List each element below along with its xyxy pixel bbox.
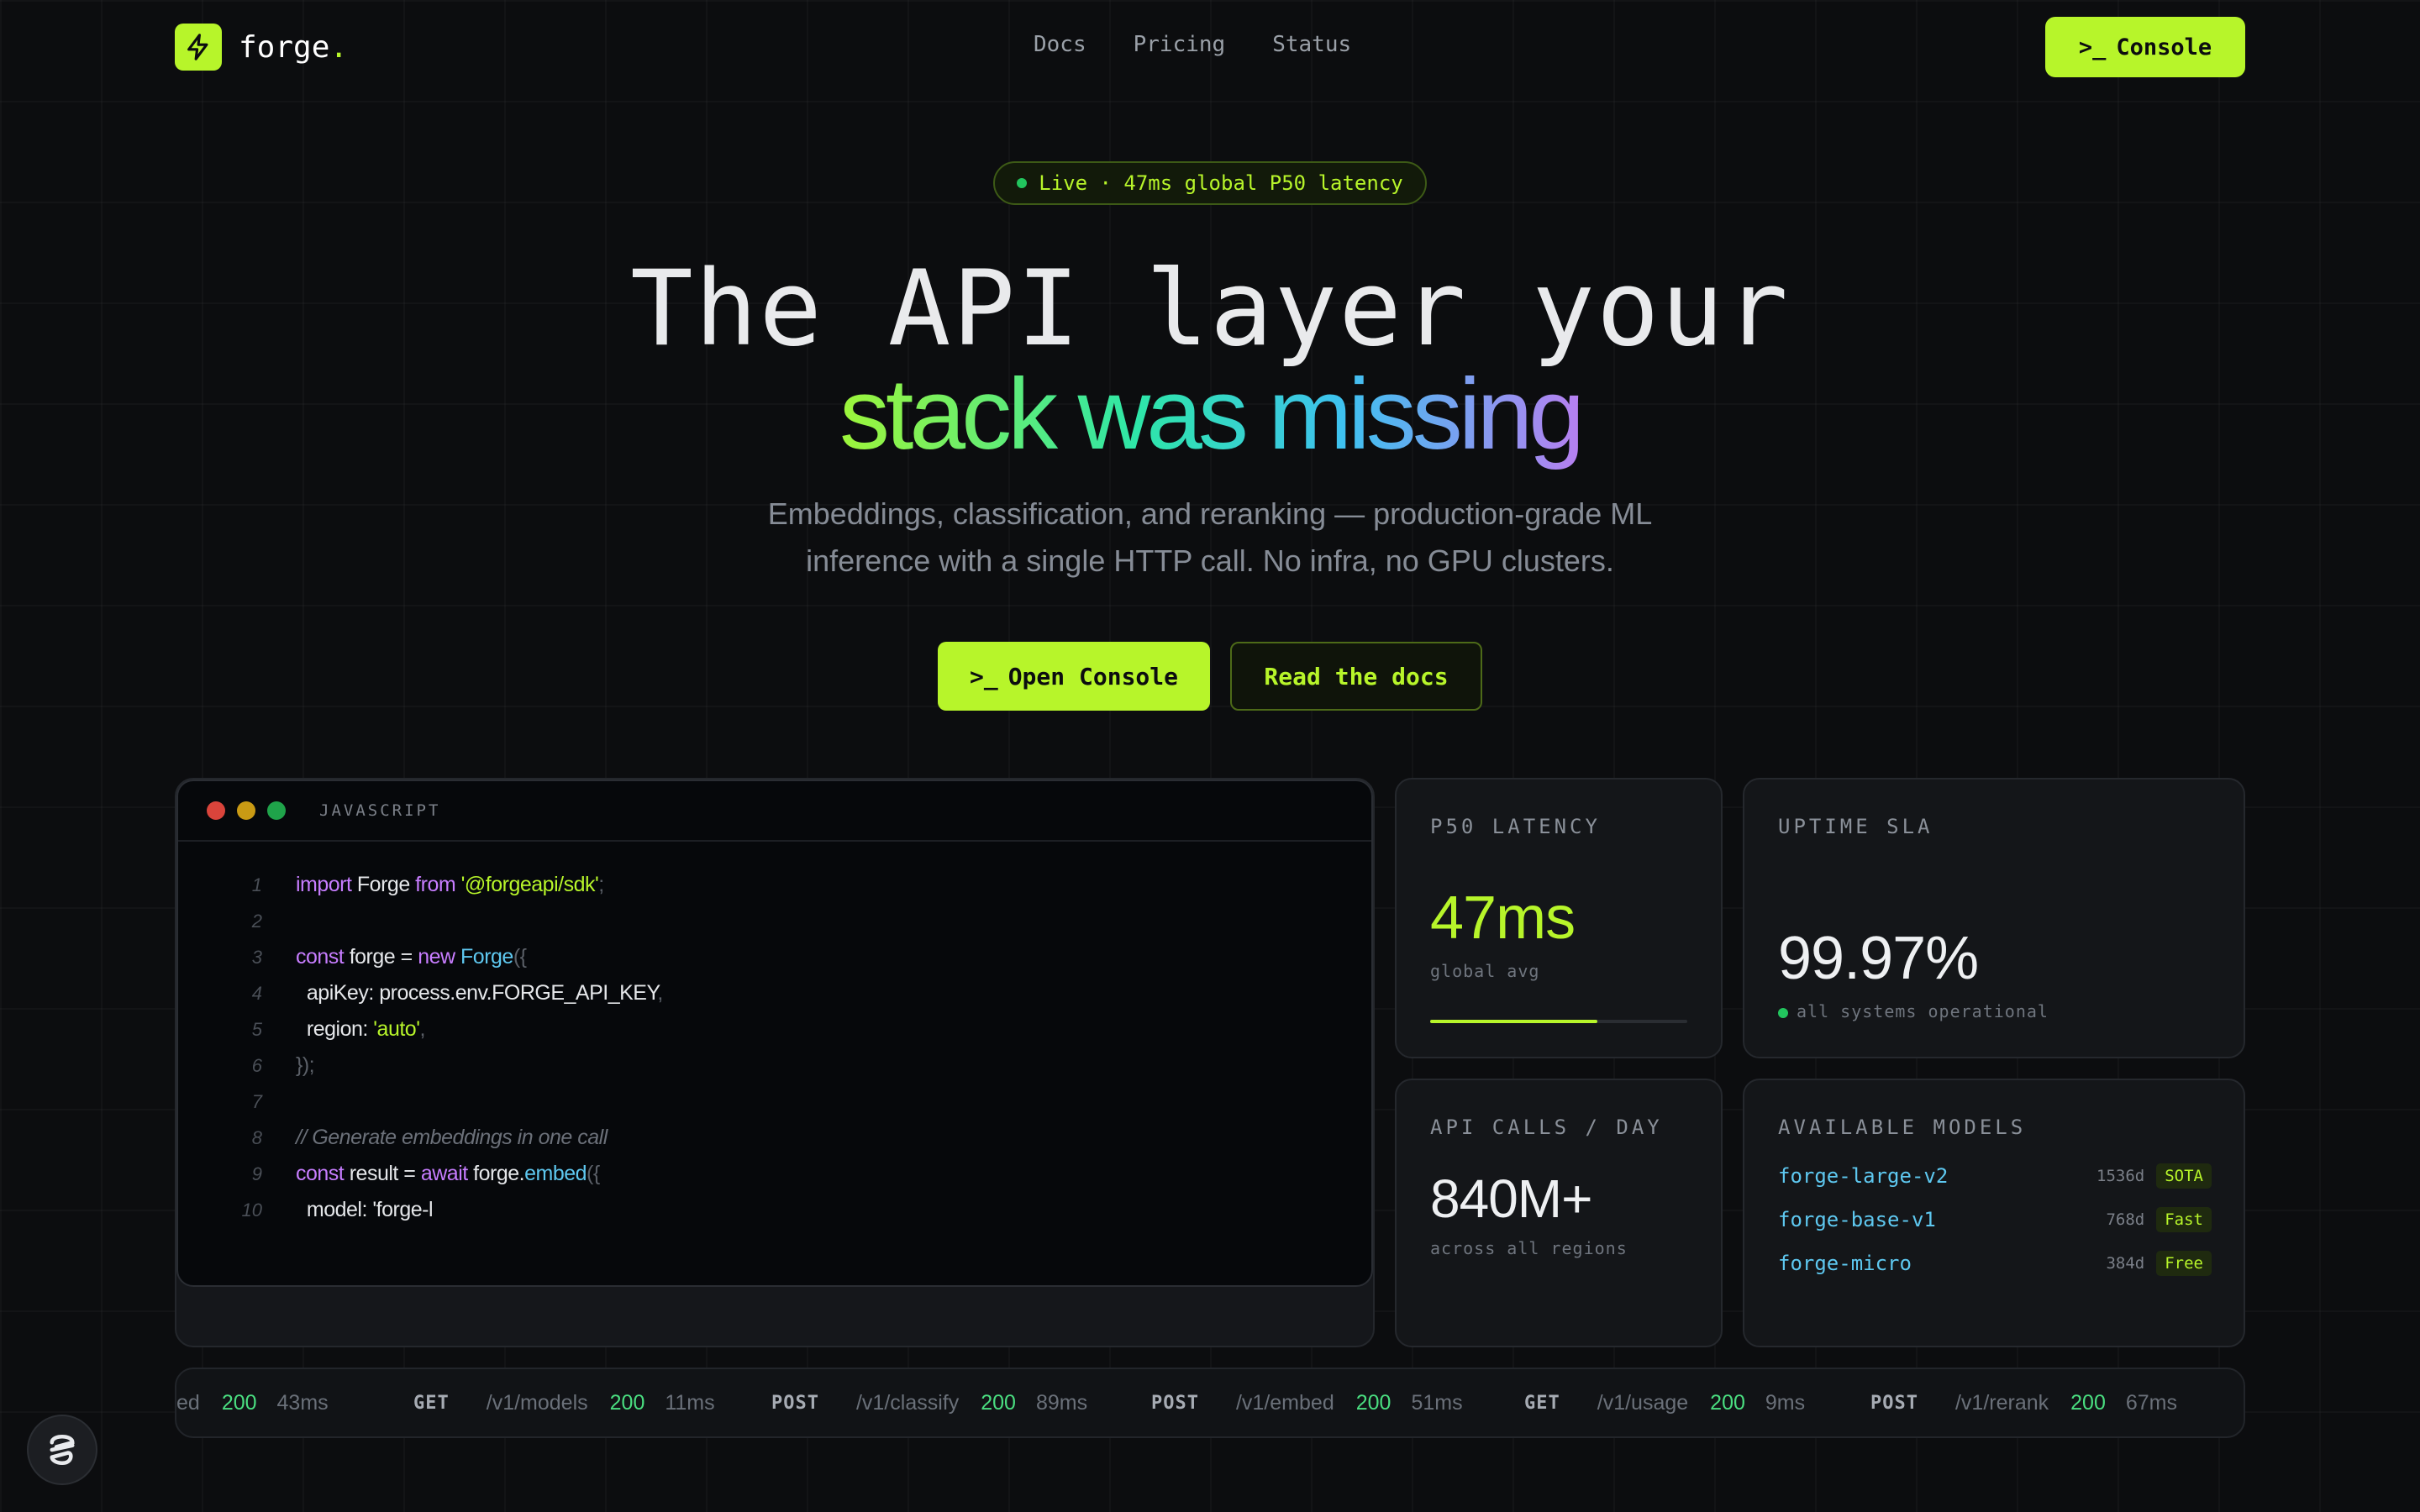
code-line: 7 [251, 1090, 262, 1112]
api-calls-caption: across all regions [1430, 1238, 1628, 1258]
logo-text: forge. [239, 29, 349, 65]
model-badge: Free [2156, 1251, 2212, 1276]
model-row[interactable]: forge-large-v2 1536d SOTA [1778, 1159, 2212, 1193]
maximize-dot-icon [267, 801, 286, 820]
live-status-pill: Live · 47ms global P50 latency [993, 161, 1427, 205]
logo[interactable]: forge. [175, 24, 348, 71]
code-line: 3 const forge = new Forge({ [251, 945, 527, 969]
uptime-caption: all systems operational [1778, 1001, 2049, 1021]
api-calls-card: API CALLS / DAY 840M+ across all regions [1395, 1079, 1723, 1347]
api-calls-value: 840M+ [1430, 1168, 1592, 1229]
ticker-item: GET/v1/usage 200 9ms [1524, 1390, 1806, 1415]
uptime-label: UPTIME SLA [1778, 815, 1933, 838]
code-line: 9 const result = await forge.embed({ [251, 1162, 600, 1185]
top-nav: Docs Pricing Status [1034, 32, 1351, 57]
code-language-label: JAVASCRIPT [319, 801, 441, 820]
code-line: 5 region: 'auto', [251, 1017, 426, 1041]
models-card: AVAILABLE MODELS forge-large-v2 1536d SO… [1743, 1079, 2245, 1347]
bolt-icon [175, 24, 222, 71]
code-panel: JAVASCRIPT 1 import Forge from '@forgeapi… [175, 778, 1375, 1347]
open-console-button[interactable]: >_ Open Console [938, 642, 1210, 711]
ticker-item: GET/v1/models 200 11ms [413, 1390, 715, 1415]
request-ticker: ed 200 43ms GET/v1/models 200 11ms POST/v1/c… [175, 1368, 2245, 1438]
model-row[interactable]: forge-base-v1 768d Fast [1778, 1203, 2212, 1236]
code-window: JAVASCRIPT 1 import Forge from '@forgeapi… [176, 780, 1373, 1287]
latency-caption: global avg [1430, 961, 1540, 981]
code-line: 2 [251, 910, 262, 932]
console-button[interactable]: >_ Console [2045, 17, 2245, 77]
code-line: 1 import Forge from '@forgeapi/sdk'; [251, 873, 604, 896]
ticker-item: ed 200 43ms [176, 1390, 329, 1415]
terminal-prompt-icon: >_ [969, 662, 998, 690]
nav-link-status[interactable]: Status [1272, 32, 1351, 57]
open-console-label: Open Console [1007, 662, 1178, 690]
live-status-text: Live · 47ms global P50 latency [1039, 171, 1403, 195]
terminal-prompt-icon: >_ [2078, 34, 2107, 60]
read-docs-button[interactable]: Read the docs [1230, 642, 1482, 711]
hero-title-line2: stack was missing [839, 358, 1585, 470]
nav-link-pricing[interactable]: Pricing [1134, 32, 1226, 57]
latency-progress-bar [1430, 1020, 1687, 1023]
uptime-value: 99.97% [1778, 925, 1979, 992]
model-row[interactable]: forge-micro 384d Free [1778, 1247, 2212, 1280]
latency-progress-fill [1430, 1020, 1597, 1023]
ticker-item: POST/v1/classify 200 89ms [771, 1390, 1088, 1415]
minimize-dot-icon [237, 801, 255, 820]
latency-label: P50 LATENCY [1430, 815, 1601, 838]
latency-card: P50 LATENCY 47ms global avg [1395, 778, 1723, 1058]
console-button-label: Console [2116, 34, 2212, 60]
hero-subtitle: Embeddings, classification, and rerankin… [767, 496, 1653, 578]
close-dot-icon [207, 801, 225, 820]
code-line: 8// Generate embeddings in one call [251, 1126, 608, 1149]
latency-value: 47ms [1430, 885, 1576, 952]
code-window-header: JAVASCRIPT [178, 781, 1371, 842]
ticker-item: POST/v1/embed 200 51ms [1151, 1390, 1463, 1415]
nav-link-docs[interactable]: Docs [1034, 32, 1086, 57]
live-dot-icon [1017, 178, 1028, 188]
ticker-item: POST/v1/rerank 200 67ms [1870, 1390, 2178, 1415]
code-line: 6}); [251, 1053, 315, 1077]
code-block: 1 import Forge from '@forgeapi/sdk'; 2 3c… [178, 842, 1371, 1228]
chat-help-icon[interactable] [27, 1415, 97, 1485]
api-calls-label: API CALLS / DAY [1430, 1116, 1663, 1139]
code-line: 10 model: 'forge-l [241, 1198, 434, 1221]
hero-title-line1: The API layer your [630, 249, 1790, 370]
model-badge: Fast [2156, 1207, 2212, 1232]
status-dot-icon [1778, 1007, 1788, 1018]
model-badge: SOTA [2156, 1163, 2212, 1189]
uptime-card: UPTIME SLA 99.97% all systems operationa… [1743, 778, 2245, 1058]
models-label: AVAILABLE MODELS [1778, 1116, 2027, 1139]
code-line: 4 apiKey: process.env.FORGE_API_KEY, [251, 981, 664, 1005]
